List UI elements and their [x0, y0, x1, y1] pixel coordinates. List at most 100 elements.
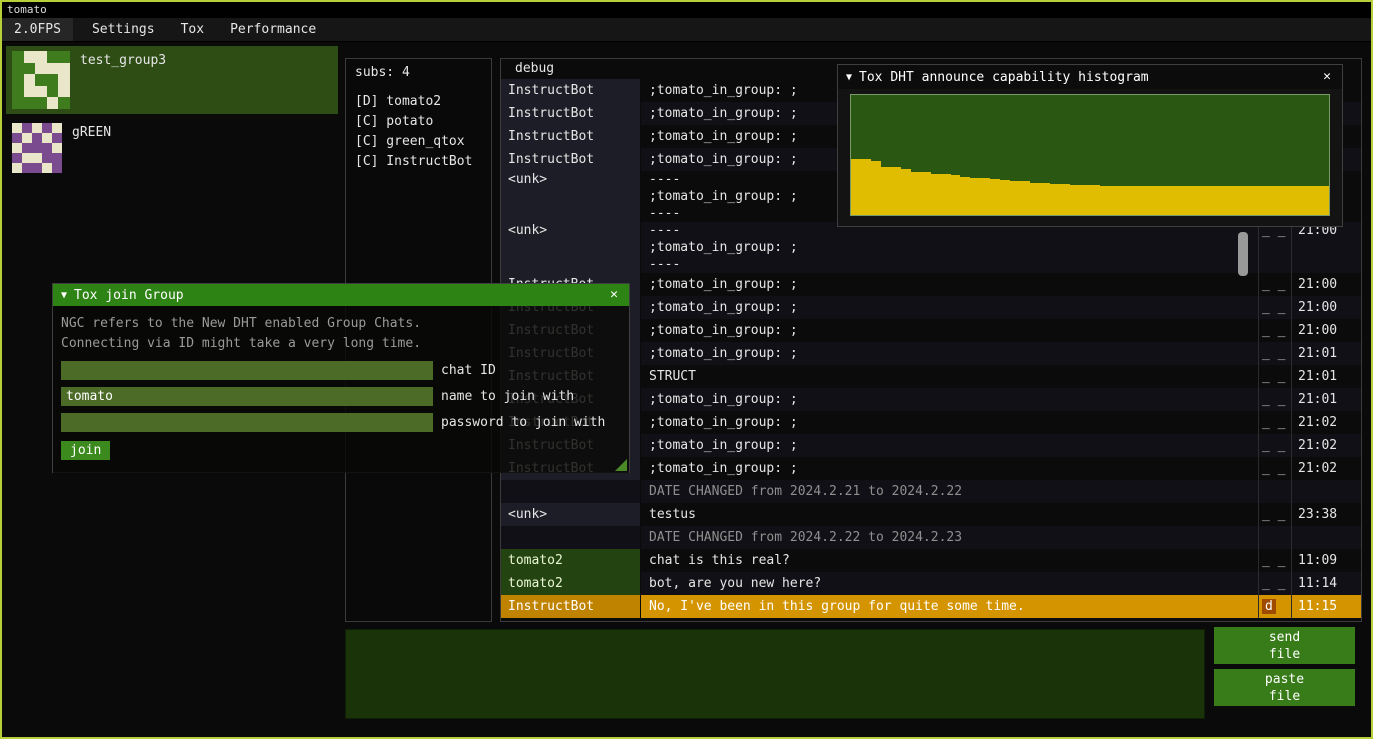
- collapse-icon[interactable]: ▼: [846, 72, 852, 83]
- message-time: 21:01: [1291, 342, 1361, 365]
- message-time: 21:00: [1291, 222, 1361, 273]
- name-to-join-with-input[interactable]: [61, 387, 433, 406]
- message-time: 21:01: [1291, 365, 1361, 388]
- join-group-titlebar[interactable]: ▼ Tox join Group ✕: [53, 284, 629, 306]
- message-time: [1291, 480, 1361, 503]
- subs-header: subs: 4: [355, 65, 482, 80]
- subs-item[interactable]: [C] potato: [355, 112, 482, 132]
- message-input[interactable]: [346, 630, 1204, 718]
- field-label: password to join with: [441, 415, 605, 430]
- histogram-bar: [1179, 186, 1189, 215]
- message-time: 21:00: [1291, 296, 1361, 319]
- histogram-bar: [1010, 181, 1020, 215]
- histogram-bar: [931, 174, 941, 215]
- message-flags: d: [1258, 595, 1291, 618]
- message-author: [501, 526, 641, 549]
- close-icon[interactable]: ✕: [1320, 66, 1334, 88]
- message-flags: _ _: [1258, 342, 1291, 365]
- join-group-title: Tox join Group: [74, 288, 184, 303]
- chat-message-row: InstructBotSTRUCT_ _21:01: [501, 365, 1361, 388]
- ngc-note-line2: Connecting via ID might take a very long…: [61, 334, 621, 354]
- message-time: 21:00: [1291, 319, 1361, 342]
- histogram-bar: [871, 161, 881, 215]
- message-time: 23:38: [1291, 503, 1361, 526]
- histogram-bar: [1050, 184, 1060, 215]
- histogram-bar: [1249, 186, 1259, 215]
- message-flags: _ _: [1258, 549, 1291, 572]
- histogram-bar: [1219, 186, 1229, 215]
- histogram-bar: [1239, 186, 1249, 215]
- message-author: InstructBot: [501, 102, 641, 125]
- send-file-button[interactable]: send file: [1214, 627, 1355, 664]
- window-title: tomato: [2, 2, 1371, 18]
- subs-item[interactable]: [C] green_qtox: [355, 132, 482, 152]
- histogram-bar: [1060, 184, 1070, 215]
- subs-item[interactable]: [C] InstructBot: [355, 152, 482, 172]
- menu-item-performance[interactable]: Performance: [217, 18, 329, 41]
- dht-histogram-title: Tox DHT announce capability histogram: [859, 70, 1149, 85]
- app-window: tomato 2.0FPS SettingsToxPerformance tes…: [0, 0, 1373, 739]
- message-time: 11:14: [1291, 572, 1361, 595]
- histogram-bar: [980, 178, 990, 215]
- close-icon[interactable]: ✕: [607, 284, 621, 306]
- message-author: <unk>: [501, 503, 641, 526]
- paste-file-button[interactable]: paste file: [1214, 669, 1355, 706]
- histogram-bar: [1299, 186, 1309, 215]
- message-time: 11:09: [1291, 549, 1361, 572]
- message-time: 21:02: [1291, 457, 1361, 480]
- message-flags: _ _: [1258, 365, 1291, 388]
- message-time: 21:01: [1291, 388, 1361, 411]
- message-flags: _ _: [1258, 411, 1291, 434]
- message-author: tomato2: [501, 572, 641, 595]
- histogram-bar: [1020, 181, 1030, 215]
- chat-message-row: InstructBot;tomato_in_group: ;_ _21:00: [501, 273, 1361, 296]
- message-text: ----;tomato_in_group: ;----: [641, 222, 1258, 273]
- histogram-bar: [1279, 186, 1289, 215]
- message-text: ;tomato_in_group: ;: [641, 457, 1258, 480]
- message-flags: [1258, 480, 1291, 503]
- histogram-bar: [1319, 186, 1329, 215]
- password-to-join-with-input[interactable]: [61, 413, 433, 432]
- histogram-bar: [951, 175, 961, 215]
- histogram-bar: [861, 159, 871, 215]
- group-avatar: [12, 123, 62, 173]
- join-button[interactable]: join: [61, 441, 110, 460]
- message-author: [501, 480, 641, 503]
- message-text: testus: [641, 503, 1258, 526]
- histogram-bar: [1199, 186, 1209, 215]
- composer: [345, 629, 1205, 719]
- collapse-icon[interactable]: ▼: [61, 290, 67, 301]
- menu-item-settings[interactable]: Settings: [79, 18, 168, 41]
- histogram-bar: [990, 179, 1000, 215]
- resize-grip[interactable]: [615, 459, 627, 471]
- chat-message-row: InstructBot;tomato_in_group: ;_ _21:02: [501, 411, 1361, 434]
- chat-message-row: tomato2chat is this real?_ _11:09: [501, 549, 1361, 572]
- group-item-gREEN[interactable]: gREEN: [6, 118, 338, 178]
- histogram-bar: [1309, 186, 1319, 215]
- message-time: [1291, 526, 1361, 549]
- message-text: STRUCT: [641, 365, 1258, 388]
- message-time: 21:02: [1291, 434, 1361, 457]
- message-flags: [1258, 526, 1291, 549]
- histogram-bar: [1160, 186, 1170, 215]
- message-time: 21:02: [1291, 411, 1361, 434]
- message-text: ;tomato_in_group: ;: [641, 434, 1258, 457]
- date-separator-text: DATE CHANGED from 2024.2.22 to 2024.2.23: [641, 526, 1258, 549]
- histogram-bar: [1170, 186, 1180, 215]
- chat-message-row: InstructBot;tomato_in_group: ;_ _21:01: [501, 388, 1361, 411]
- date-separator-row: DATE CHANGED from 2024.2.21 to 2024.2.22: [501, 480, 1361, 503]
- chat-scrollbar[interactable]: [1238, 232, 1248, 276]
- message-time: 11:15: [1291, 595, 1361, 618]
- histogram-bar: [851, 159, 861, 215]
- histogram-bar: [1040, 183, 1050, 215]
- message-time: 21:00: [1291, 273, 1361, 296]
- field-label: chat ID: [441, 363, 496, 378]
- dht-histogram-body: [838, 89, 1342, 216]
- chat-ID-input[interactable]: [61, 361, 433, 380]
- group-item-test_group3[interactable]: test_group3: [6, 46, 338, 114]
- dht-histogram-titlebar[interactable]: ▼ Tox DHT announce capability histogram …: [838, 65, 1342, 89]
- subs-item[interactable]: [D] tomato2: [355, 92, 482, 112]
- histogram-bar: [1259, 186, 1269, 215]
- menu-item-tox[interactable]: Tox: [168, 18, 217, 41]
- tab-debug[interactable]: debug: [501, 59, 568, 79]
